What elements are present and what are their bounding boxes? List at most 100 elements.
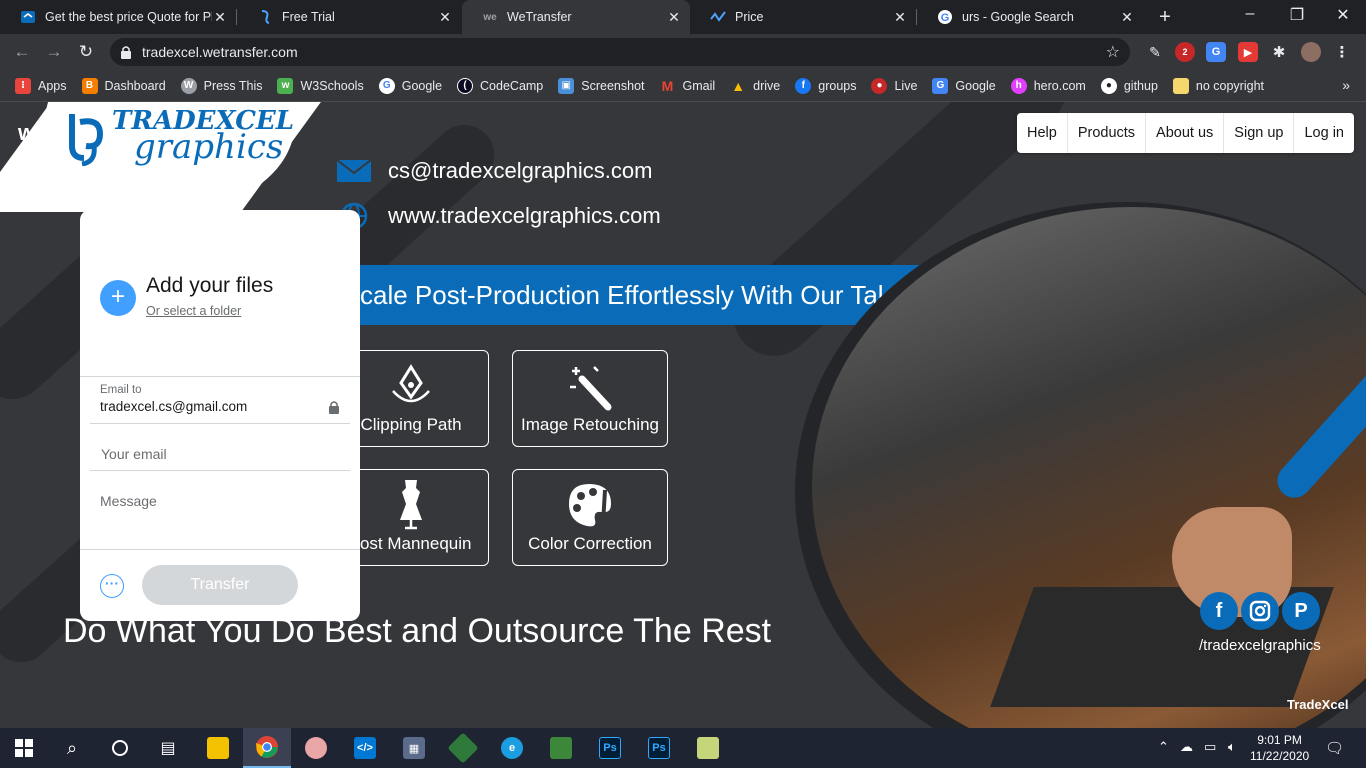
tab-title: WeTransfer [507,10,572,24]
bookmark-google[interactable]: G Google [378,77,442,94]
extensions-puzzle-icon[interactable]: ✱ [1269,42,1289,62]
network-icon[interactable]: ▭ [1204,739,1216,755]
close-icon[interactable]: ✕ [1119,9,1135,26]
profile-avatar[interactable] [1301,42,1321,62]
service-color-correction[interactable]: Color Correction [512,469,668,566]
bookmark-w3schools[interactable]: w W3Schools [277,77,364,94]
transfer-button[interactable]: Transfer [142,565,298,605]
translate-icon[interactable]: G [1206,42,1226,62]
cloud-icon[interactable]: ☁ [1180,739,1193,755]
minimize-button[interactable]: – [1240,5,1260,23]
bookmark-label: CodeCamp [480,78,544,93]
tab-google-search[interactable]: G urs - Google Search ✕ [917,0,1143,34]
search-button[interactable]: ⌕ [48,728,96,768]
browser-toolbar: ← → ↻ tradexcel.wetransfer.com ☆ ✎ 2 G ▶… [0,34,1366,70]
taskbar-notes[interactable] [684,728,732,768]
tab-quote[interactable]: Get the best price Quote for Ph ✕ [0,0,236,34]
nav-sign-up[interactable]: Sign up [1224,113,1295,153]
tradexcel-logo[interactable]: TRADEXCEL graphics [66,108,294,166]
forward-button[interactable]: → [42,40,66,64]
back-button[interactable]: ← [10,40,34,64]
add-files-button[interactable]: + [100,280,136,316]
tradexcel-mark-icon [69,114,104,166]
calculator-icon: ▦ [403,737,425,759]
cortana-button[interactable] [96,728,144,768]
chrome-icon [256,736,278,758]
address-bar[interactable]: tradexcel.wetransfer.com ☆ [110,38,1130,66]
bookmark-github[interactable]: ● githup [1100,77,1158,94]
taskbar-edge[interactable]: e [488,728,536,768]
taskbar-photoshop[interactable]: Ps [586,728,634,768]
bookmark-live[interactable]: ● Live [871,77,917,94]
taskbar-vscode[interactable]: </> [341,728,389,768]
taskbar-chrome[interactable] [243,728,291,768]
wetransfer-logo[interactable]: we [18,120,47,146]
divider [80,376,360,377]
nav-log-in[interactable]: Log in [1294,113,1354,153]
clock-date: 11/22/2020 [1250,749,1310,763]
more-options-button[interactable]: ··· [100,574,124,598]
email-to-field[interactable]: tradexcel.cs@gmail.com [100,399,247,414]
bookmark-star-icon[interactable]: ☆ [1106,42,1120,62]
extension-pen-icon[interactable]: ✎ [1145,42,1165,62]
divider [80,549,360,550]
close-icon[interactable]: ✕ [212,9,228,26]
nav-products[interactable]: Products [1068,113,1147,153]
menu-kebab-icon[interactable]: ⋮ [1332,42,1352,62]
video-extension-icon[interactable]: ▶ [1238,42,1258,62]
wordpress-icon: W [180,77,197,94]
system-clock[interactable]: 9:01 PM 11/22/2020 [1250,732,1309,764]
bookmark-google-translate[interactable]: G Google [932,77,996,94]
bookmarks-overflow-icon[interactable]: » [1342,77,1350,93]
folder-icon [207,737,229,759]
bookmark-hero[interactable]: h hero.com [1010,77,1086,94]
git-icon [447,732,479,764]
photoshop-icon: Ps [648,737,670,759]
bookmark-apps[interactable]: ⁝ Apps [15,77,67,94]
bookmark-gmail[interactable]: M Gmail [660,78,716,94]
tab-wetransfer[interactable]: we WeTransfer ✕ [462,0,690,34]
service-image-retouching[interactable]: Image Retouching [512,350,668,447]
close-icon[interactable]: ✕ [437,9,453,26]
palette-icon [569,484,611,527]
taskbar-git[interactable] [439,728,487,768]
new-tab-button[interactable]: + [1155,6,1175,29]
taskbar-file-explorer[interactable] [194,728,242,768]
bookmark-drive[interactable]: ▲ drive [730,78,780,94]
message-input[interactable]: Message [100,493,157,509]
taskbar-node[interactable] [537,728,585,768]
taskbar-photoshop-2[interactable]: Ps [635,728,683,768]
restore-button[interactable]: ❐ [1287,5,1307,25]
window-close-button[interactable]: ✕ [1333,5,1353,25]
tray-chevron-icon[interactable]: ⌃ [1158,739,1169,755]
facebook-icon[interactable]: f [1200,592,1238,630]
taskbar-paint[interactable] [292,728,340,768]
extension-shield-icon[interactable]: 2 [1175,42,1195,62]
task-view-button[interactable]: ▤ [144,728,192,768]
notification-icon[interactable]: 🗨︎ [1325,739,1344,757]
nav-about-us[interactable]: About us [1146,113,1225,153]
tab-free-trial[interactable]: Free Trial ✕ [237,0,461,34]
add-files-title[interactable]: Add your files [146,274,273,298]
reload-button[interactable]: ↻ [74,40,98,64]
tab-price[interactable]: Price ✕ [690,0,916,34]
instagram-icon[interactable] [1241,592,1279,630]
bookmark-groups[interactable]: f groups [795,77,856,94]
volume-icon[interactable]: 🔈︎ [1228,739,1236,755]
bookmark-label: hero.com [1033,78,1086,93]
bookmark-screenshot[interactable]: ▣ Screenshot [558,77,645,94]
bookmark-codecamp[interactable]: (CodeCamp [457,77,544,94]
bookmark-no-copyright[interactable]: no copyright [1172,77,1264,94]
your-email-input[interactable]: Your email [101,446,167,462]
select-folder-link[interactable]: Or select a folder [146,304,241,318]
pinterest-icon[interactable]: P [1282,592,1320,630]
taskbar-calculator[interactable]: ▦ [390,728,438,768]
bookmark-press-this[interactable]: W Press This [180,77,262,94]
start-button[interactable] [0,728,48,768]
bookmark-label: Apps [38,78,67,93]
close-icon[interactable]: ✕ [892,9,908,26]
footer-brand: TradeXcel [1287,697,1349,712]
close-icon[interactable]: ✕ [666,9,682,26]
bookmark-dashboard[interactable]: B Dashboard [81,77,166,94]
nav-help[interactable]: Help [1017,113,1068,153]
